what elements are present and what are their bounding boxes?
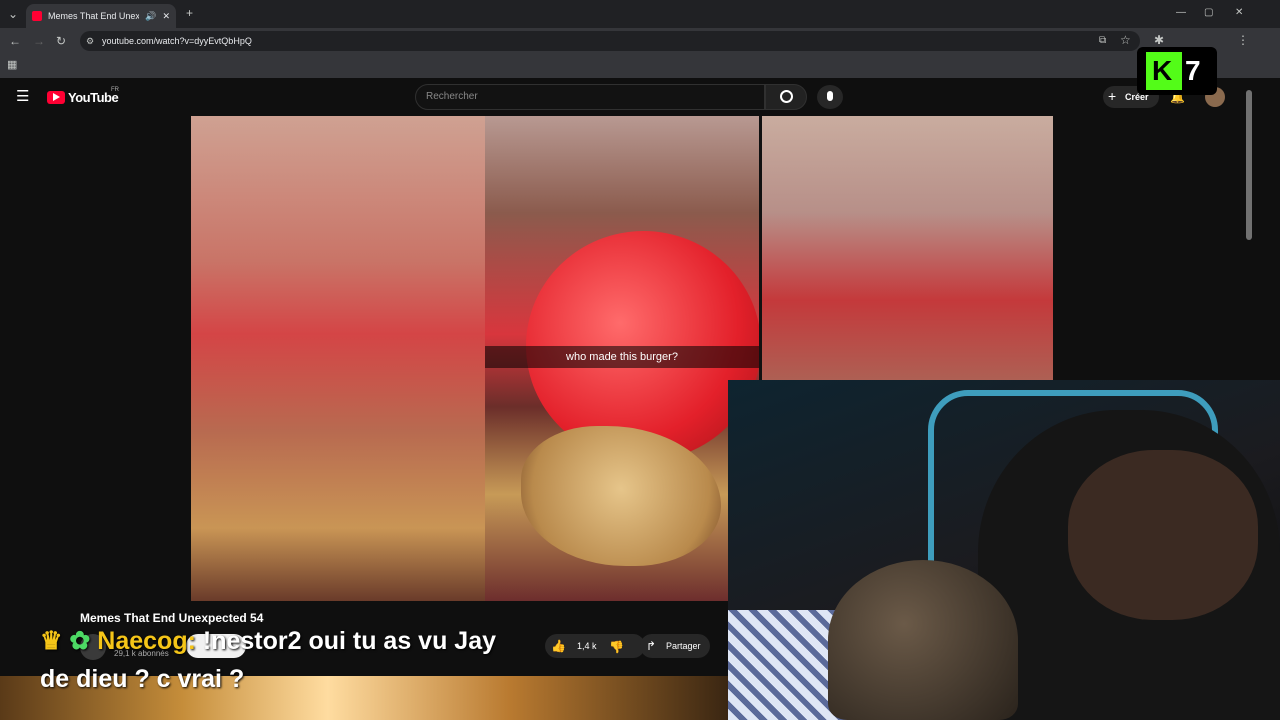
minimize-button[interactable]: — (1176, 7, 1186, 19)
like-icon: 👍 (551, 639, 566, 653)
tab-title: Memes That End Unexpecte (48, 11, 140, 21)
apps-icon[interactable]: ▦ (7, 59, 17, 71)
new-tab-button[interactable]: + (186, 7, 193, 19)
mic-button[interactable] (817, 85, 843, 109)
plus-icon: + (1108, 88, 1117, 104)
bookmarks-bar (0, 54, 1280, 78)
search-icon (780, 90, 793, 103)
extensions-icon[interactable]: ✱ (1154, 34, 1164, 46)
video-caption: who made this burger? (485, 346, 759, 368)
youtube-tab-icon (32, 11, 42, 21)
close-tab-icon[interactable]: ✕ (162, 11, 170, 22)
streamer-webcam (728, 380, 1280, 720)
maximize-button[interactable]: ▢ (1204, 7, 1213, 19)
flower-badge-icon: ✿ (69, 627, 91, 655)
reload-icon[interactable]: ↻ (56, 35, 66, 47)
forward-icon[interactable]: → (33, 35, 45, 47)
browser-tab[interactable]: Memes That End Unexpecte 🔊 ✕ (26, 4, 176, 28)
search-input[interactable]: Rechercher (415, 84, 765, 110)
install-icon[interactable]: ⧉ (1099, 35, 1106, 47)
site-info-icon[interactable]: ⚙ (86, 35, 94, 47)
kick-logo-letter: K (1152, 55, 1173, 86)
scrollbar[interactable] (1246, 90, 1252, 240)
tab-search-icon[interactable]: ⌄ (8, 8, 18, 20)
search-button[interactable] (765, 84, 807, 110)
play-icon (53, 93, 60, 101)
star-icon[interactable]: ☆ (1120, 34, 1131, 46)
mic-icon (827, 91, 833, 101)
streamer-face (1068, 450, 1258, 620)
chat-username: Naecog (97, 627, 188, 655)
url-field[interactable]: youtube.com/watch?v=dyyEvtQbHpQ (80, 31, 1140, 51)
back-icon[interactable]: ← (9, 35, 21, 47)
region-label: FR (111, 87, 119, 93)
viewer-count: 7 (1185, 55, 1201, 86)
dislike-icon[interactable]: 👎 (609, 640, 624, 654)
menu-icon[interactable]: ☰ (16, 89, 29, 104)
share-icon: ↱ (646, 639, 657, 653)
more-menu-icon[interactable]: ⋮ (1237, 34, 1249, 46)
kick-logo-icon: K (1146, 52, 1182, 90)
share-label: Partager (666, 641, 701, 651)
close-window-button[interactable]: ✕ (1235, 7, 1243, 19)
video-blur-left (191, 116, 485, 601)
audio-icon[interactable]: 🔊 (145, 11, 156, 22)
chat-message: ♛ ✿ Naecog: !nestor2 oui tu as vu Jay de… (40, 627, 497, 693)
like-count: 1,4 k (577, 641, 597, 651)
cat (828, 560, 1018, 720)
crown-icon: ♛ (40, 627, 63, 655)
